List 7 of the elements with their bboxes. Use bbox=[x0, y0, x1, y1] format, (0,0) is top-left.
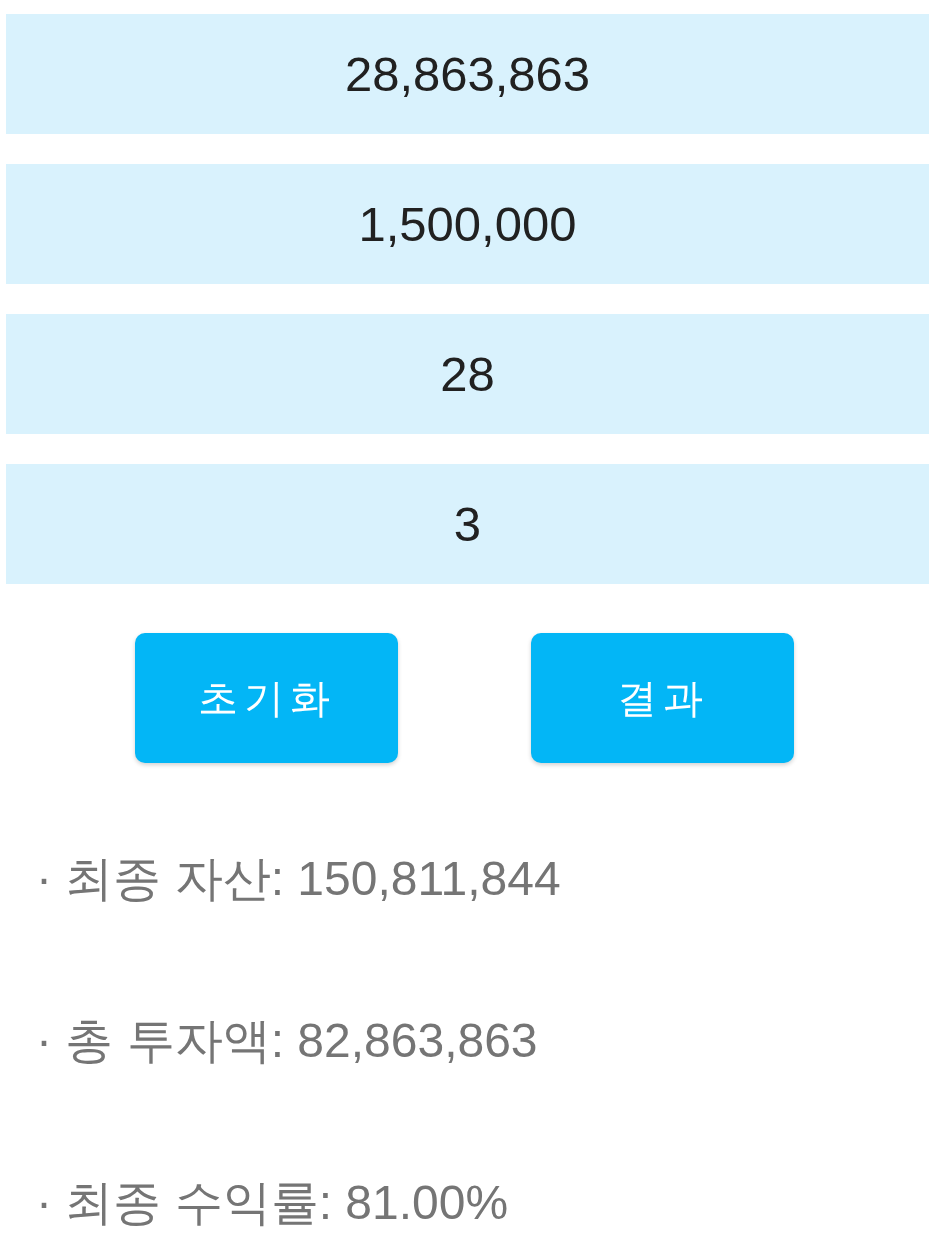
result-text: · 총 투자액: 82,863,863 bbox=[36, 1013, 539, 1069]
result-text: · 최종 수익률: 81.00% bbox=[36, 1175, 510, 1231]
input-field[interactable]: 3 bbox=[6, 464, 929, 584]
result-text: · 최종 자산: 150,811,844 bbox=[36, 851, 562, 907]
input-field[interactable]: 1,500,000 bbox=[6, 164, 929, 284]
input-field[interactable]: 28 bbox=[6, 314, 929, 434]
input-field[interactable]: 28,863,863 bbox=[6, 14, 929, 134]
